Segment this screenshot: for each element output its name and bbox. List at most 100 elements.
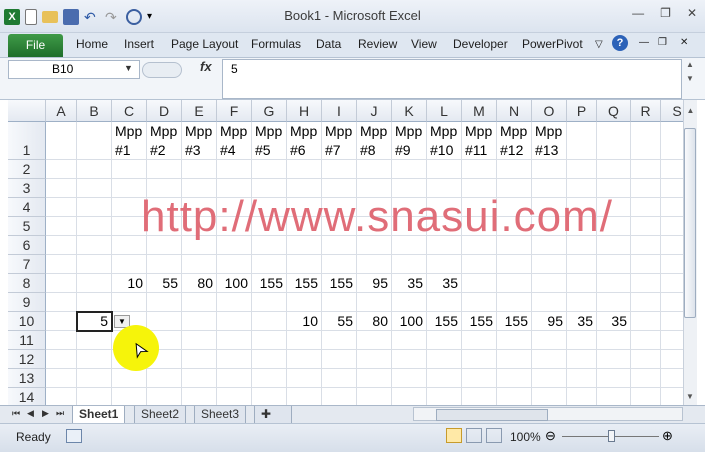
column-header-b[interactable]: B xyxy=(77,100,112,122)
column-header-r[interactable]: R xyxy=(631,100,661,122)
tab-data[interactable]: Data xyxy=(316,37,341,51)
tab-file[interactable]: File xyxy=(8,34,63,57)
insert-sheet-icon[interactable]: ✚ xyxy=(254,406,292,424)
value-cell[interactable]: 155 xyxy=(322,274,357,293)
column-header-f[interactable]: F xyxy=(217,100,252,122)
minimize-icon[interactable]: — xyxy=(632,6,644,20)
column-header-l[interactable]: L xyxy=(427,100,462,122)
value-cell[interactable]: 155 xyxy=(252,274,287,293)
formula-bar-divider-handle[interactable] xyxy=(142,62,182,78)
column-header-o[interactable]: O xyxy=(532,100,567,122)
row-header-9[interactable]: 9 xyxy=(8,293,46,312)
header-cell[interactable]: Mpp #1 xyxy=(112,122,147,160)
row-header-14[interactable]: 14 xyxy=(8,388,46,405)
scroll-down-icon[interactable]: ▼ xyxy=(683,392,697,401)
column-header-i[interactable]: I xyxy=(322,100,357,122)
tab-page-layout[interactable]: Page Layout xyxy=(171,37,238,51)
zoom-level[interactable]: 100% xyxy=(510,430,541,444)
header-cell[interactable]: Mpp #4 xyxy=(217,122,252,160)
value-cell[interactable]: 10 xyxy=(112,274,147,293)
header-cell[interactable]: Mpp #13 xyxy=(532,122,567,160)
row-header-11[interactable]: 11 xyxy=(8,331,46,350)
row-header-6[interactable]: 6 xyxy=(8,236,46,255)
header-cell[interactable]: Mpp #11 xyxy=(462,122,497,160)
column-header-c[interactable]: C xyxy=(112,100,147,122)
horizontal-scroll-thumb[interactable] xyxy=(436,409,548,421)
macro-record-icon[interactable] xyxy=(66,429,82,443)
tab-formulas[interactable]: Formulas xyxy=(251,37,301,51)
horizontal-scrollbar[interactable] xyxy=(413,407,683,421)
header-cell[interactable]: Mpp #9 xyxy=(392,122,427,160)
row-header-10[interactable]: 10 xyxy=(8,312,46,331)
next-sheet-icon[interactable]: ▶ xyxy=(42,408,49,419)
value-cell[interactable]: 100 xyxy=(392,312,427,331)
row-header-7[interactable]: 7 xyxy=(8,255,46,274)
value-cell[interactable]: 80 xyxy=(357,312,392,331)
last-sheet-icon[interactable]: ⏭ xyxy=(56,408,64,419)
tab-powerpivot[interactable]: PowerPivot xyxy=(522,37,583,51)
row-header-5[interactable]: 5 xyxy=(8,217,46,236)
sheet-tab-sheet3[interactable]: Sheet3 xyxy=(194,406,247,424)
zoom-slider-thumb[interactable] xyxy=(608,430,615,442)
zoom-in-icon[interactable]: ⊕ xyxy=(662,428,673,444)
normal-view-icon[interactable] xyxy=(446,428,462,443)
header-cell[interactable]: Mpp #12 xyxy=(497,122,532,160)
value-cell[interactable]: 155 xyxy=(427,312,462,331)
name-box-dropdown-icon[interactable]: ▼ xyxy=(124,63,133,73)
column-header-e[interactable]: E xyxy=(182,100,217,122)
value-cell[interactable]: 155 xyxy=(497,312,532,331)
column-header-m[interactable]: M xyxy=(462,100,497,122)
formula-input[interactable]: 5 xyxy=(222,59,682,99)
header-cell[interactable]: Mpp #8 xyxy=(357,122,392,160)
first-sheet-icon[interactable]: ⏮ xyxy=(12,408,20,419)
tab-insert[interactable]: Insert xyxy=(124,37,154,51)
value-cell[interactable]: 95 xyxy=(357,274,392,293)
header-cell[interactable]: Mpp #3 xyxy=(182,122,217,160)
value-cell[interactable]: 55 xyxy=(147,274,182,293)
value-cell[interactable]: 80 xyxy=(182,274,217,293)
name-box[interactable]: B10 xyxy=(8,60,140,79)
sheet-tab-sheet1[interactable]: Sheet1 xyxy=(72,406,126,424)
value-cell[interactable]: 10 xyxy=(287,312,322,331)
tab-view[interactable]: View xyxy=(411,37,437,51)
column-header-s[interactable]: S xyxy=(661,100,683,122)
row-header-1[interactable]: 1 xyxy=(8,122,46,160)
workbook-minimize-icon[interactable]: — xyxy=(639,37,649,48)
column-header-g[interactable]: G xyxy=(252,100,287,122)
value-cell[interactable]: 155 xyxy=(462,312,497,331)
page-break-view-icon[interactable] xyxy=(486,428,502,443)
scroll-up-icon[interactable]: ▲ xyxy=(684,106,697,115)
zoom-out-icon[interactable]: ⊖ xyxy=(545,428,556,444)
row-header-13[interactable]: 13 xyxy=(8,369,46,388)
value-cell[interactable]: 35 xyxy=(392,274,427,293)
select-all-corner[interactable] xyxy=(8,100,46,122)
header-cell[interactable]: Mpp #5 xyxy=(252,122,287,160)
row-header-3[interactable]: 3 xyxy=(8,179,46,198)
worksheet-grid[interactable]: ABCDEFGHIJKLMNOPQRS 1 2 3 4 5 6 7 8 9 10 11 12 13 14 … xyxy=(8,100,683,405)
formula-bar-expand[interactable]: ▲ ▼ xyxy=(683,58,697,100)
close-icon[interactable]: ✕ xyxy=(687,6,697,20)
header-cell[interactable]: Mpp #6 xyxy=(287,122,322,160)
row-header-12[interactable]: 12 xyxy=(8,350,46,369)
tab-review[interactable]: Review xyxy=(358,37,397,51)
column-header-p[interactable]: P xyxy=(567,100,597,122)
header-cell[interactable]: Mpp #10 xyxy=(427,122,462,160)
restore-icon[interactable]: ❐ xyxy=(660,6,671,20)
tab-developer[interactable]: Developer xyxy=(453,37,508,51)
workbook-restore-icon[interactable]: ❐ xyxy=(658,37,667,48)
workbook-close-icon[interactable]: ✕ xyxy=(680,37,688,48)
tab-home[interactable]: Home xyxy=(76,37,108,51)
column-header-j[interactable]: J xyxy=(357,100,392,122)
page-layout-view-icon[interactable] xyxy=(466,428,482,443)
value-cell[interactable]: 35 xyxy=(427,274,462,293)
vertical-scroll-thumb[interactable] xyxy=(684,128,696,318)
value-cell[interactable]: 55 xyxy=(322,312,357,331)
value-cell[interactable]: 155 xyxy=(287,274,322,293)
column-header-d[interactable]: D xyxy=(147,100,182,122)
column-header-n[interactable]: N xyxy=(497,100,532,122)
help-icon[interactable]: ? xyxy=(612,35,628,51)
row-header-8[interactable]: 8 xyxy=(8,274,46,293)
row-header-2[interactable]: 2 xyxy=(8,160,46,179)
value-cell[interactable]: 35 xyxy=(567,312,597,331)
prev-sheet-icon[interactable]: ◀ xyxy=(27,408,34,419)
